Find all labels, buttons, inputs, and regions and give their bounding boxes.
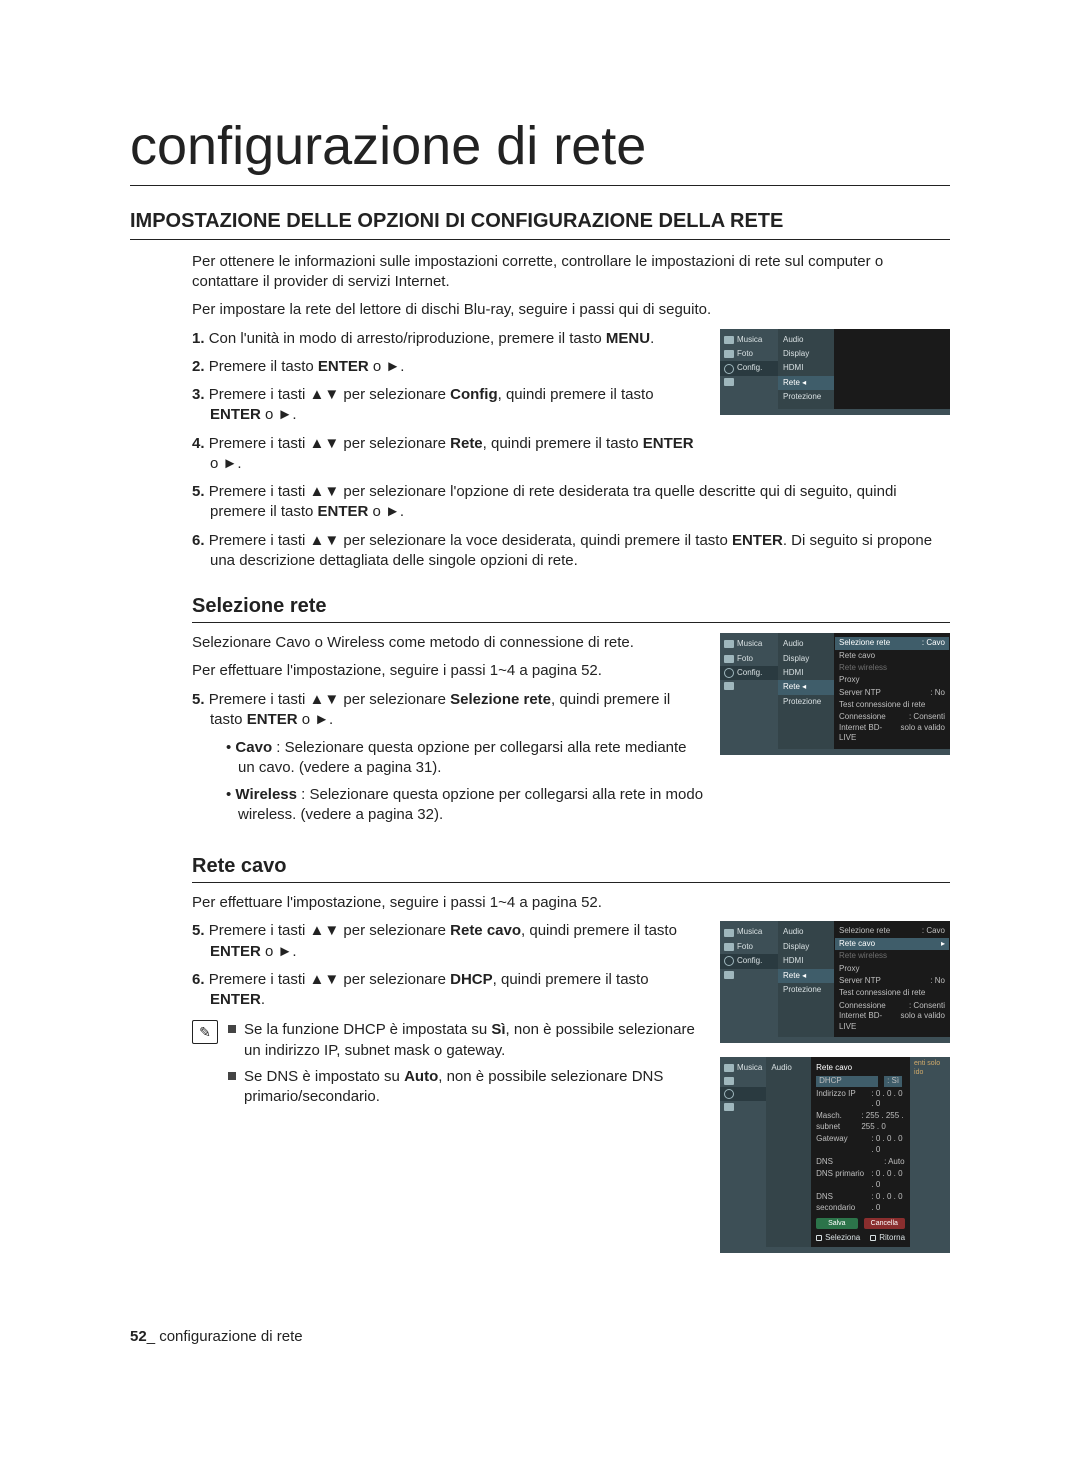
music-icon — [724, 640, 734, 648]
disc-icon — [724, 971, 734, 979]
step-4: 4. Premere i tasti ▲▼ per selezionare Re… — [192, 434, 704, 475]
step-3: 3. Premere i tasti ▲▼ per selezionare Co… — [192, 385, 704, 426]
step-1: 1. Con l'unità in modo di arresto/riprod… — [192, 329, 704, 349]
subheading-selezione-rete: Selezione rete — [192, 593, 950, 623]
disc-icon — [724, 682, 734, 690]
section-heading: IMPOSTAZIONE DELLE OPZIONI DI CONFIGURAZ… — [130, 208, 950, 240]
disc-icon — [724, 378, 734, 386]
return-icon — [870, 1235, 876, 1241]
gear-icon — [724, 668, 734, 678]
screenshot-config-menu: Musica Foto Config. Audio Display HDMI R… — [720, 329, 950, 415]
sel-bullet-cavo: Cavo : Selezionare questa opzione per co… — [226, 738, 704, 779]
music-icon — [724, 336, 734, 344]
page-footer: 52_ configurazione di rete — [130, 1327, 950, 1347]
step-2: 2. Premere il tasto ENTER o ►. — [192, 357, 704, 377]
photo-icon — [724, 655, 734, 663]
sel-bullet-wireless: Wireless : Selezionare questa opzione pe… — [226, 785, 704, 826]
step-6: 6. Premere i tasti ▲▼ per selezionare la… — [192, 531, 950, 572]
screenshot-rete-cavo-select: Musica Foto Config. Audio Display HDMI R… — [720, 921, 950, 1043]
gear-icon — [724, 364, 734, 374]
gear-icon — [724, 956, 734, 966]
music-icon — [724, 929, 734, 937]
sel-paragraph-2: Per effettuare l'impostazione, seguire i… — [192, 661, 704, 681]
note-icon: ✎ — [192, 1020, 218, 1044]
note-1: Se la funzione DHCP è impostata su Sì, n… — [228, 1020, 704, 1061]
cancel-button: Cancella — [864, 1218, 905, 1229]
step-5: 5. Premere i tasti ▲▼ per selezionare l'… — [192, 482, 950, 523]
photo-icon — [724, 943, 734, 951]
save-button: Salva — [816, 1218, 857, 1229]
disc-icon — [724, 1103, 734, 1111]
intro-paragraph-2: Per impostare la rete del lettore di dis… — [192, 300, 950, 320]
sel-paragraph-1: Selezionare Cavo o Wireless come metodo … — [192, 633, 704, 653]
photo-icon — [724, 1077, 734, 1085]
screenshot-selezione-rete: Musica Foto Config. Audio Display HDMI R… — [720, 633, 950, 755]
cavo-step-6: 6. Premere i tasti ▲▼ per selezionare DH… — [192, 970, 704, 1011]
page-title: configurazione di rete — [130, 110, 950, 186]
note-2: Se DNS è impostato su Auto, non è possib… — [228, 1067, 704, 1108]
photo-icon — [724, 350, 734, 358]
intro-paragraph-1: Per ottenere le informazioni sulle impos… — [192, 252, 950, 293]
screenshot-rete-cavo-detail: Musica Audio Rete cavo DHCP: Sì Indirizz… — [720, 1057, 950, 1254]
music-icon — [724, 1064, 734, 1072]
cavo-paragraph-1: Per effettuare l'impostazione, seguire i… — [192, 893, 950, 913]
sel-step-5: 5. Premere i tasti ▲▼ per selezionare Se… — [192, 690, 704, 731]
gear-icon — [724, 1089, 734, 1099]
select-icon — [816, 1235, 822, 1241]
cavo-step-5: 5. Premere i tasti ▲▼ per selezionare Re… — [192, 921, 704, 962]
subheading-rete-cavo: Rete cavo — [192, 853, 950, 883]
